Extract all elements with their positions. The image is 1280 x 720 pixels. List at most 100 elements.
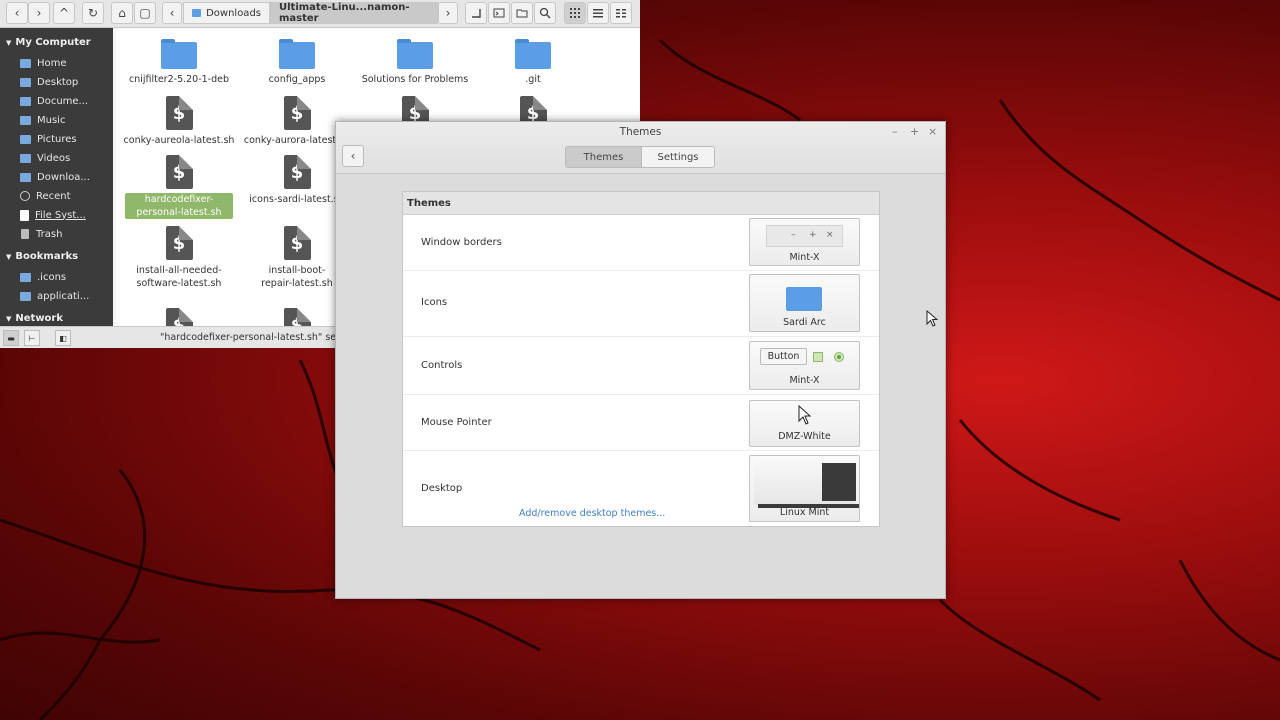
computer-button[interactable]: ▢ [134,2,156,24]
terminal-arrow-icon [472,9,481,18]
file-item[interactable]: config_apps [238,39,356,86]
file-label: install-boot-repair-latest.sh [261,265,333,289]
close-button[interactable]: × [928,125,937,138]
folder-icon [515,39,551,69]
icons-theme-button[interactable]: Sardi Arc [749,274,860,332]
section-title: Network [15,313,64,324]
sidebar-item-documents[interactable]: Docume... [20,92,112,110]
home-button[interactable]: ⌂ [111,2,133,24]
folder-icon [20,134,31,144]
path-next-button[interactable]: › [438,2,458,24]
file-item[interactable]: $ install-all-needed-software-latest.sh [120,226,238,290]
path-current[interactable]: Ultimate-Linu...namon-master [270,2,438,24]
row-controls: Controls Button Mint-X [403,337,879,395]
file-item[interactable]: $ conky-aureola-latest.sh [120,96,238,147]
file-item[interactable]: .git [474,39,592,86]
list-icon [593,9,603,18]
folder-icon [20,96,31,106]
folder-icon [20,153,31,163]
show-places-button[interactable]: ▬ [3,330,19,346]
script-icon: $ [165,96,193,130]
back-button[interactable]: ‹ [342,145,364,167]
file-item[interactable]: Solutions for Problems [356,39,474,86]
open-terminal-button[interactable] [465,2,487,24]
folder-icon [20,77,31,87]
add-remove-desktop-themes-link[interactable]: Add/remove desktop themes... [519,508,665,519]
folder-icon [786,287,822,311]
file-label: hardcodefixer-personal-latest.sh [125,193,233,219]
maximize-button[interactable]: + [910,125,919,138]
script-icon: $ [283,96,311,130]
sidebar-item-label: File Syst... [35,209,86,221]
compact-list-icon [616,9,626,18]
row-icons: Icons Sardi Arc [403,271,879,337]
show-treeview-button[interactable]: ⊢ [24,330,40,346]
places-sidebar: ▼ My Computer Home Desktop Docume... Musi… [0,28,113,326]
file-item[interactable]: $ [120,308,238,326]
toggle-sidebar-button[interactable]: ◧ [55,330,71,346]
file-item-selected[interactable]: $ hardcodefixer-personal-latest.sh [120,155,238,219]
maximize-icon: + [809,230,817,240]
sidebar-item-desktop[interactable]: Desktop [20,73,112,91]
window-borders-theme-button[interactable]: – + × Mint-X [749,218,860,266]
computer-icon: ▢ [139,6,151,20]
file-label: install-all-needed-software-latest.sh [136,265,222,289]
themes-window: Themes – + × ‹ Themes Settings Themes Wi… [335,121,946,599]
chevron-up-icon: ^ [58,6,70,20]
folder-icon [20,291,31,301]
file-label: config_apps [268,74,326,85]
window-borders-preview: – + × [766,225,843,247]
home-icon: ⌂ [118,6,126,20]
preview-button: Button [760,348,807,365]
list-view-button[interactable] [587,2,609,24]
tab-themes[interactable]: Themes [565,146,642,168]
sidebar-item-pictures[interactable]: Pictures [20,130,112,148]
tab-settings[interactable]: Settings [641,146,715,168]
new-folder-button[interactable] [511,2,533,24]
desktop-preview [754,460,859,508]
pointer-preview-icon [798,405,812,425]
path-prev-button[interactable]: ‹ [162,2,182,24]
sidebar-section-bookmarks[interactable]: ▼ Bookmarks [6,251,78,262]
mouse-pointer-theme-button[interactable]: DMZ-White [749,400,860,447]
reload-icon: ↻ [87,6,99,20]
sidebar-section-network[interactable]: ▼ Network [6,313,63,324]
sidebar-item-videos[interactable]: Videos [20,149,112,167]
sidebar-section-my-computer[interactable]: ▼ My Computer [6,37,91,48]
back-button[interactable]: ‹ [6,2,28,24]
expand-triangle-icon: ▼ [6,253,12,261]
file-item[interactable]: cnijfilter2-5.20-1-deb [120,39,238,86]
sidebar-item-file-system[interactable]: File Syst... [20,206,112,224]
sidebar-item-icons[interactable]: .icons [20,268,112,286]
file-label: cnijfilter2-5.20-1-deb [128,74,230,85]
sidebar-item-label: Music [37,114,66,126]
icon-view-button[interactable] [564,2,586,24]
sidebar-item-label: Home [37,57,67,69]
sidebar-item-home[interactable]: Home [20,54,112,72]
forward-button[interactable]: › [28,2,50,24]
sidebar-item-trash[interactable]: Trash [20,225,112,243]
script-icon: $ [283,155,311,189]
sidebar-item-recent[interactable]: Recent [20,187,112,205]
reload-button[interactable]: ↻ [82,2,104,24]
up-button[interactable]: ^ [53,2,75,24]
script-icon: $ [283,308,311,326]
row-label: Desktop [421,483,463,494]
tree-icon: ⊢ [28,333,36,343]
row-label: Window borders [421,237,502,248]
folder-icon [279,39,315,69]
file-label: conky-aureola-latest.sh [123,135,235,146]
sidebar-item-downloads[interactable]: Downloa... [20,168,112,186]
desktop-theme-button[interactable]: Linux Mint [749,455,860,522]
sidebar-item-applications[interactable]: applicati... [20,287,112,305]
minimize-button[interactable]: – [892,125,898,138]
terminal-button[interactable] [488,2,510,24]
row-label: Mouse Pointer [421,417,492,428]
minimize-icon: – [791,230,796,240]
controls-theme-button[interactable]: Button Mint-X [749,341,860,390]
folder-icon [20,172,31,182]
sidebar-item-music[interactable]: Music [20,111,112,129]
compact-view-button[interactable] [610,2,632,24]
path-downloads[interactable]: Downloads [183,2,270,24]
search-button[interactable] [534,2,556,24]
